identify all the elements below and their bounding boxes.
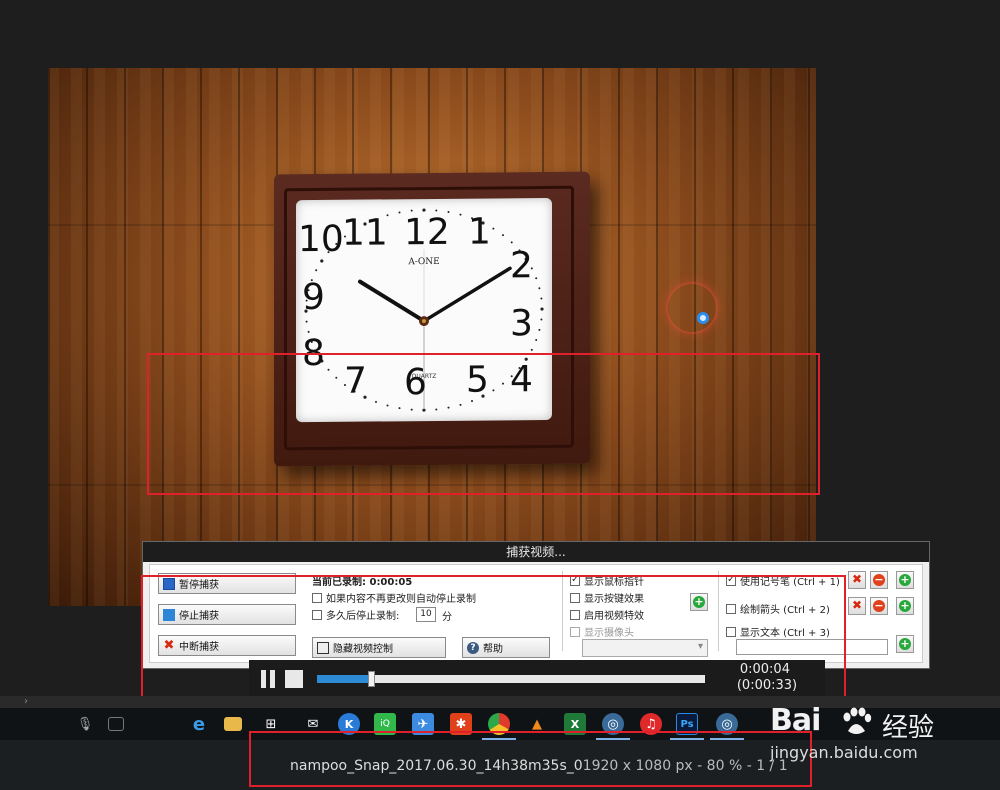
screen: A-ONE QUARTZ 12 1 2 3 4 5 6 7 8 9 10 11 … (0, 0, 1000, 790)
minus-icon: − (873, 573, 885, 586)
chevron-right-icon[interactable]: › (24, 696, 28, 707)
minus-icon: − (873, 599, 885, 612)
capture-dialog-title: 捕获视频... (143, 542, 929, 562)
pen-add-button[interactable]: + (896, 571, 914, 589)
clock-number-12: 12 (404, 211, 450, 254)
arrow-clear-button[interactable]: ✖ (848, 597, 866, 615)
mouse-click-highlight (666, 282, 718, 334)
close-icon: ✖ (851, 598, 863, 612)
text-add-button[interactable]: + (896, 635, 914, 653)
clock-number-3: 3 (510, 303, 533, 345)
red-highlight-capture-dialog (141, 575, 846, 703)
microphone-icon[interactable]: 🎙 (74, 713, 96, 735)
arrow-add-button[interactable]: + (896, 597, 914, 615)
close-icon: ✖ (851, 572, 863, 586)
clock-number-1: 1 (468, 211, 491, 253)
arrow-remove-button[interactable]: − (870, 597, 888, 615)
plus-icon: + (899, 637, 911, 650)
photo-viewer-image: A-ONE QUARTZ 12 1 2 3 4 5 6 7 8 9 10 11 (48, 68, 816, 606)
baidu-logo-text: Bai (770, 703, 821, 738)
mouse-pointer-icon (697, 312, 709, 324)
jingyan-text: 经验 (882, 713, 935, 743)
pen-clear-button[interactable]: ✖ (848, 571, 866, 589)
file-explorer-icon[interactable] (224, 717, 242, 731)
edge-browser-icon[interactable]: e (188, 713, 210, 735)
plus-icon: + (899, 599, 911, 612)
clock-number-9: 9 (302, 276, 325, 319)
baidu-jingyan-watermark: Bai 经验 jingyan.baidu.com (770, 703, 1000, 773)
clock-number-10: 10 (298, 218, 344, 261)
baidu-paw-icon (843, 707, 872, 734)
clock-number-11: 11 (342, 212, 388, 254)
task-view-icon[interactable] (108, 717, 124, 731)
plus-icon: + (899, 573, 911, 586)
clock-number-2: 2 (510, 245, 533, 287)
pen-remove-button[interactable]: − (870, 571, 888, 589)
red-highlight-clock-region (147, 353, 820, 495)
red-highlight-status-bar (249, 731, 812, 787)
watermark-url: jingyan.baidu.com (770, 743, 918, 762)
